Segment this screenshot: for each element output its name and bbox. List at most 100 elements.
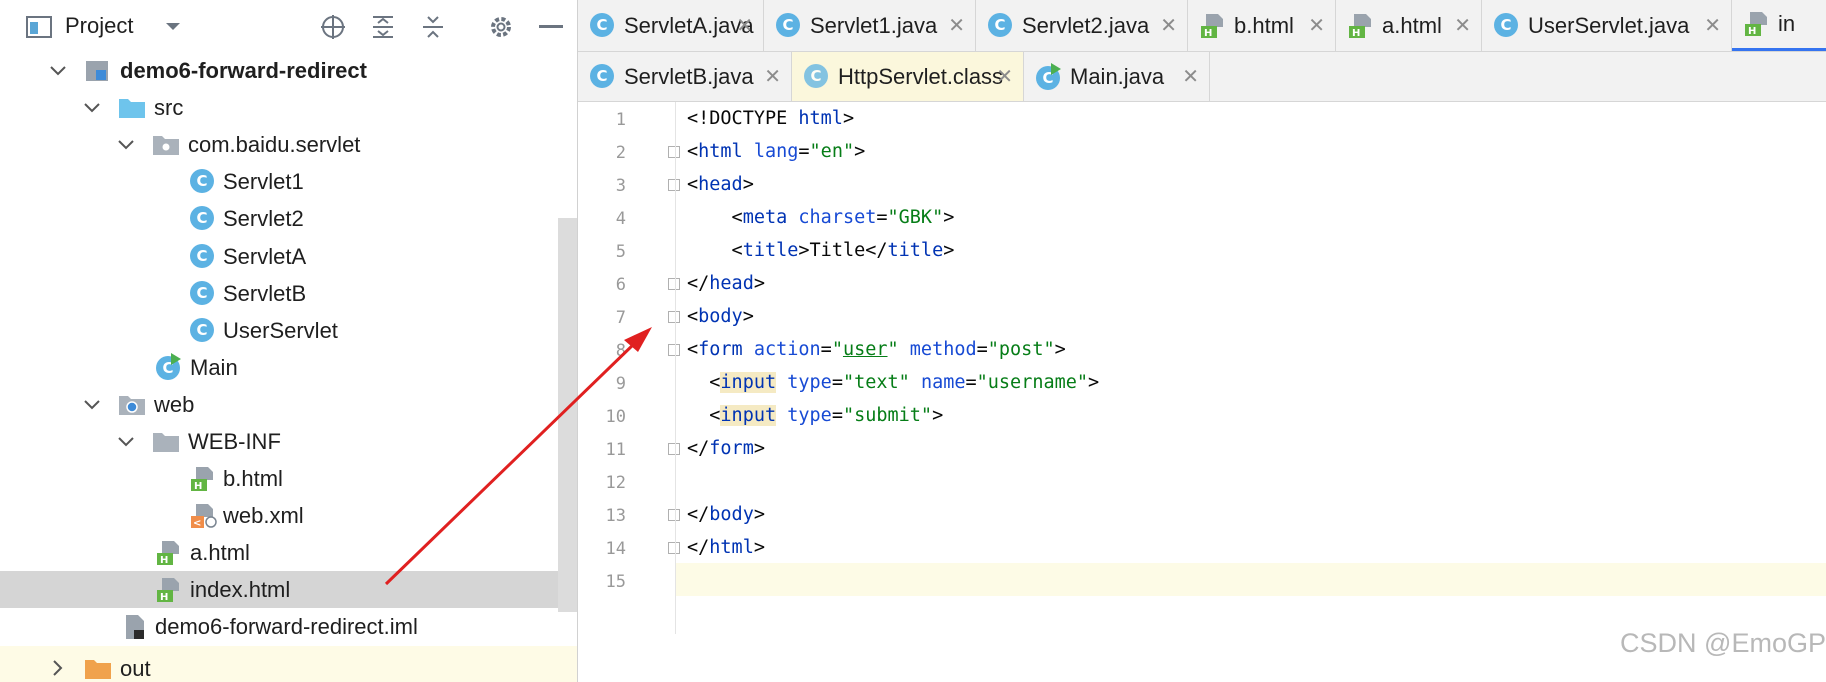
fold-marker-icon[interactable] — [668, 179, 680, 191]
tree-item-src[interactable]: src — [0, 89, 577, 126]
tree-item-web-inf[interactable]: WEB-INF — [0, 423, 577, 460]
code-line[interactable]: <meta charset="GBK"> — [687, 201, 955, 234]
tab-servlet2-java[interactable]: C Servlet2.java ✕ — [976, 0, 1188, 51]
chevron-down-icon[interactable] — [158, 12, 188, 42]
tree-item-web[interactable]: web — [0, 386, 577, 423]
tree-item-class[interactable]: C ServletB — [0, 275, 577, 312]
code-line[interactable]: </form> — [687, 432, 765, 465]
tab-userservlet-java[interactable]: C UserServlet.java ✕ — [1482, 0, 1732, 51]
tree-item-package[interactable]: com.baidu.servlet — [0, 126, 577, 163]
html-file-icon: H — [156, 540, 182, 566]
class-icon: C — [804, 63, 828, 88]
tab-index-html-active[interactable]: H in — [1732, 0, 1826, 51]
fold-marker-icon[interactable] — [668, 311, 680, 323]
fold-marker-icon[interactable] — [668, 509, 680, 521]
tree-item-out-row[interactable]: out — [0, 646, 577, 682]
code-line[interactable]: <body> — [687, 300, 754, 333]
project-view-icon[interactable] — [24, 12, 54, 42]
line-number: 13 — [605, 506, 626, 526]
code-line[interactable]: <title>Title</title> — [687, 234, 955, 267]
watermark-text: CSDN @EmoGP — [1620, 628, 1826, 658]
tree-item-label: UserServlet — [223, 317, 338, 343]
fold-marker-icon[interactable] — [668, 146, 680, 158]
line-number: 12 — [605, 473, 626, 493]
web-folder-icon — [118, 392, 145, 418]
code-line[interactable]: </head> — [687, 267, 765, 300]
line-number: 7 — [615, 308, 626, 328]
package-icon — [152, 132, 179, 158]
class-icon: C — [190, 244, 214, 268]
chevron-down-icon[interactable] — [82, 395, 102, 415]
editor-area: C ServletA.java ✕ C Servlet1.java ✕ C Se… — [578, 0, 1826, 682]
code-line[interactable]: <form action="user" method="post"> — [687, 333, 1066, 366]
line-number: 1 — [615, 110, 626, 130]
code-line[interactable]: <head> — [687, 168, 754, 201]
tab-a-html[interactable]: H a.html ✕ — [1336, 0, 1482, 51]
tree-scrollbar[interactable] — [558, 218, 577, 612]
tree-item-html[interactable]: H b.html — [0, 460, 577, 497]
chevron-down-icon[interactable] — [82, 98, 102, 118]
tree-item-module[interactable]: demo6-forward-redirect — [0, 52, 577, 89]
close-icon[interactable]: ✕ — [1182, 64, 1199, 89]
tree-item-main-class[interactable]: C Main — [0, 349, 577, 386]
tree-item-class[interactable]: C Servlet1 — [0, 163, 577, 200]
class-icon: C — [190, 206, 214, 230]
line-number: 10 — [605, 407, 626, 427]
code-line[interactable]: <html lang="en"> — [687, 135, 865, 168]
tree-item-html-selected[interactable]: H index.html — [0, 571, 577, 608]
line-number: 15 — [605, 572, 626, 592]
fold-marker-icon[interactable] — [668, 344, 680, 356]
fold-marker-icon[interactable] — [668, 443, 680, 455]
fold-marker-icon[interactable] — [668, 278, 680, 290]
tab-main-java[interactable]: C Main.java ✕ — [1024, 52, 1210, 101]
close-icon[interactable]: ✕ — [948, 13, 965, 38]
locate-file-icon[interactable] — [318, 12, 348, 42]
tab-label: Main.java — [1070, 63, 1165, 89]
chevron-down-icon[interactable] — [48, 61, 68, 81]
chevron-down-icon[interactable] — [116, 135, 136, 155]
chevron-right-icon[interactable] — [48, 658, 68, 678]
code-line[interactable]: <input type="text" name="username"> — [687, 366, 1099, 399]
tree-item-xml[interactable]: < web.xml — [0, 497, 577, 534]
code-line[interactable]: </html> — [687, 531, 765, 564]
html-file-icon: H — [156, 577, 182, 603]
class-icon: C — [776, 12, 800, 37]
close-icon[interactable]: ✕ — [764, 64, 781, 89]
tree-item-label: web — [154, 391, 195, 417]
tab-servleta-java[interactable]: C ServletA.java ✕ — [578, 0, 764, 51]
tree-item-label: index.html — [190, 576, 291, 602]
expand-all-icon[interactable] — [368, 12, 398, 42]
close-icon[interactable]: ✕ — [996, 64, 1013, 89]
close-icon[interactable]: ✕ — [736, 13, 753, 38]
tree-item-iml[interactable]: demo6-forward-redirect.iml — [0, 608, 577, 645]
line-number: 8 — [615, 341, 626, 361]
tree-item-html[interactable]: H a.html — [0, 534, 577, 571]
line-number: 3 — [615, 176, 626, 196]
tab-label: ServletB.java — [624, 63, 754, 89]
tree-item-class[interactable]: C Servlet2 — [0, 200, 577, 237]
gear-icon[interactable] — [486, 12, 516, 42]
close-icon[interactable]: ✕ — [1160, 13, 1177, 38]
close-icon[interactable]: ✕ — [1308, 13, 1325, 38]
tab-httpservlet-class[interactable]: C HttpServlet.class ✕ — [792, 52, 1024, 101]
folder-icon — [152, 429, 179, 455]
tree-item-class[interactable]: C ServletA — [0, 238, 577, 275]
close-icon[interactable]: ✕ — [1704, 13, 1721, 38]
hide-panel-icon[interactable] — [536, 12, 566, 42]
project-panel-title[interactable]: Project — [65, 13, 133, 39]
tab-servletb-java[interactable]: C ServletB.java ✕ — [578, 52, 792, 101]
fold-marker-icon[interactable] — [668, 542, 680, 554]
class-main-icon: C — [156, 353, 182, 380]
chevron-down-icon[interactable] — [116, 432, 136, 452]
tree-item-class[interactable]: C UserServlet — [0, 312, 577, 349]
collapse-all-icon[interactable] — [418, 12, 448, 42]
svg-text:H: H — [160, 555, 168, 566]
code-line[interactable]: </body> — [687, 498, 765, 531]
class-icon: C — [190, 169, 214, 193]
tab-servlet1-java[interactable]: C Servlet1.java ✕ — [764, 0, 976, 51]
code-line[interactable]: <input type="submit"> — [687, 399, 943, 432]
code-line[interactable]: <!DOCTYPE html> — [687, 102, 854, 135]
close-icon[interactable]: ✕ — [1454, 13, 1471, 38]
svg-text:<: < — [193, 518, 201, 529]
tab-b-html[interactable]: H b.html ✕ — [1188, 0, 1336, 51]
